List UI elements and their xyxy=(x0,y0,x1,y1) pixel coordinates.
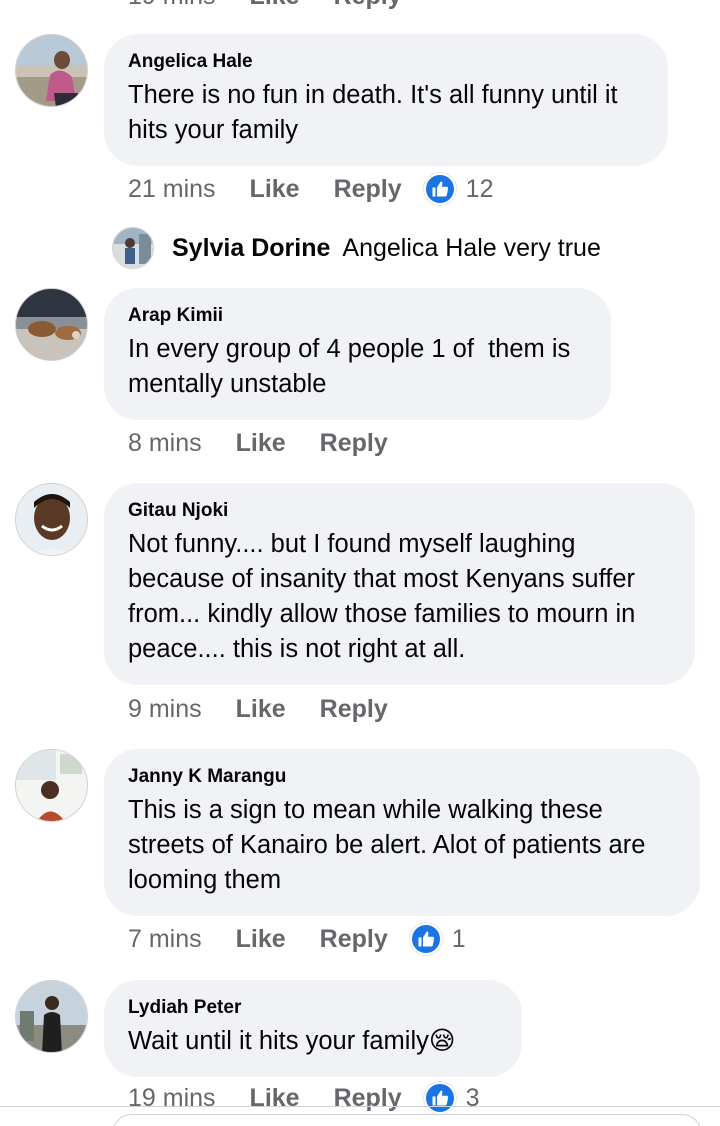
reaction-count: 3 xyxy=(465,1083,480,1112)
avatar-image xyxy=(16,35,87,106)
reply-button[interactable]: Reply xyxy=(320,695,388,724)
reply-author[interactable]: Sylvia Dorine xyxy=(172,234,330,263)
comment-author[interactable]: Arap Kimii xyxy=(128,304,587,328)
comment-text: There is no fun in death. It's all funny… xyxy=(128,81,618,144)
comment-time: 21 mins xyxy=(128,174,216,203)
thumbs-up-icon xyxy=(423,1082,456,1114)
comment-time: 19 mins xyxy=(128,0,216,10)
thumbs-up-icon xyxy=(409,923,442,955)
avatar-image xyxy=(16,750,87,821)
like-button[interactable]: Like xyxy=(236,695,286,724)
composer-divider xyxy=(0,1106,720,1107)
comment-actions: 7 mins Like Reply 1 xyxy=(128,921,466,957)
comment-text: This is a sign to mean while walking the… xyxy=(128,796,646,894)
avatar-image xyxy=(16,289,87,360)
comment-bubble: Gitau Njoki Not funny.... but I found my… xyxy=(104,483,695,685)
comment-bubble: Angelica Hale There is no fun in death. … xyxy=(104,34,668,166)
comment-time: 19 mins xyxy=(128,1083,216,1112)
comment-actions: 8 mins Like Reply xyxy=(128,425,410,461)
like-button[interactable]: Like xyxy=(250,0,300,10)
reply-button[interactable]: Reply xyxy=(334,1084,402,1113)
comment-input[interactable] xyxy=(112,1114,702,1126)
comment-author[interactable]: Gitau Njoki xyxy=(128,499,671,523)
comment-author[interactable]: Lydiah Peter xyxy=(128,996,498,1020)
reaction-count: 1 xyxy=(451,924,466,953)
like-button[interactable]: Like xyxy=(236,429,286,458)
reaction-summary[interactable]: 1 xyxy=(409,923,466,955)
comment-bubble: Arap Kimii In every group of 4 people 1 … xyxy=(104,288,611,420)
comment-text: Wait until it hits your family😪 xyxy=(128,1027,456,1055)
reaction-summary[interactable]: 12 xyxy=(423,173,494,205)
reaction-count: 12 xyxy=(465,174,494,203)
reaction-summary[interactable]: 3 xyxy=(423,1082,480,1114)
comment-actions: 21 mins Like Reply 12 xyxy=(128,171,493,207)
reply-button[interactable]: Reply xyxy=(320,925,388,954)
comment-author[interactable]: Angelica Hale xyxy=(128,50,644,74)
comment-actions: 9 mins Like Reply xyxy=(128,691,410,727)
like-button[interactable]: Like xyxy=(236,925,286,954)
comment-time: 7 mins xyxy=(128,924,202,953)
avatar[interactable] xyxy=(112,227,154,269)
like-button[interactable]: Like xyxy=(250,1084,300,1113)
reply-preview[interactable]: Sylvia Dorine Angelica Hale very true xyxy=(112,226,601,270)
avatar[interactable] xyxy=(15,749,88,822)
comment-time: 8 mins xyxy=(128,428,202,457)
reply-button[interactable]: Reply xyxy=(334,175,402,204)
avatar-image xyxy=(16,484,87,555)
thumbs-up-icon xyxy=(423,173,456,205)
like-button[interactable]: Like xyxy=(250,175,300,204)
reply-text: Angelica Hale very true xyxy=(342,233,601,262)
avatar[interactable] xyxy=(15,34,88,107)
comment-actions: 19 mins Like Reply 3 xyxy=(128,1080,480,1116)
reply-button[interactable]: Reply xyxy=(334,0,402,10)
avatar[interactable] xyxy=(15,980,88,1053)
reply-button[interactable]: Reply xyxy=(320,429,388,458)
comment-text: In every group of 4 people 1 of them is … xyxy=(128,335,571,398)
previous-comment-actions: 19 mins Like Reply xyxy=(128,0,402,10)
comment-time: 9 mins xyxy=(128,694,202,723)
avatar-image xyxy=(113,228,153,268)
comment-text: Not funny.... but I found myself laughin… xyxy=(128,530,636,663)
avatar[interactable] xyxy=(15,288,88,361)
avatar-image xyxy=(16,981,87,1052)
avatar[interactable] xyxy=(15,483,88,556)
comment-bubble: Janny K Marangu This is a sign to mean w… xyxy=(104,749,700,916)
comment-bubble: Lydiah Peter Wait until it hits your fam… xyxy=(104,980,522,1077)
comment-author[interactable]: Janny K Marangu xyxy=(128,765,676,789)
